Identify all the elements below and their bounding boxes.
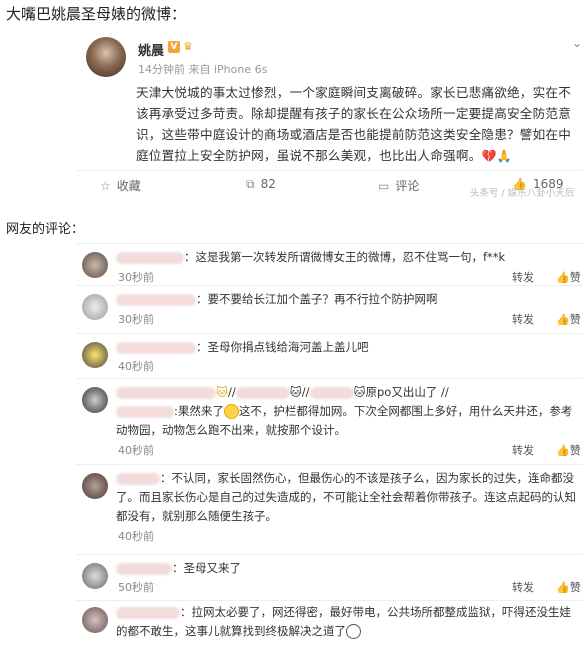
comment-text: ：圣母又来了: [172, 561, 241, 575]
blurred-username: [116, 251, 184, 264]
comment-item: 🐱//🐱//🐱原po又出山了 // :果然来了 这不，护栏都得加网。下次全网都围上…: [76, 378, 583, 463]
blurred-username: [116, 472, 160, 485]
page-title: 大嘴巴姚晨圣母婊的微博：: [6, 5, 187, 23]
comment-text: :果然来了: [174, 404, 224, 418]
commenter-avatar[interactable]: [82, 473, 108, 499]
poster-username[interactable]: 姚晨: [138, 40, 164, 59]
commenter-avatar[interactable]: [82, 387, 108, 413]
comment-icon: ▭: [378, 179, 390, 193]
blurred-username: [116, 341, 196, 354]
watermark: 头条号 / 娱乐八卦小天后: [470, 188, 575, 199]
comment-time: 40秒前: [118, 530, 154, 543]
heart-pray-emoji: 💔🙏: [481, 149, 512, 163]
comment-text: ：圣母你捐点钱给海河盖上盖儿吧: [196, 340, 369, 354]
comment-like-button[interactable]: 👍赞: [556, 269, 581, 285]
comment-like-button[interactable]: 👍赞: [556, 311, 581, 327]
smiley-emoji-icon: [223, 404, 239, 419]
comment-time: 40秒前: [118, 360, 154, 373]
comment-repost-button[interactable]: 转发: [512, 269, 534, 285]
post-meta: 14分钟前 来自 iPhone 6s: [138, 63, 268, 76]
comment-text: ：不认同，家长固然伤心，但最伤心的不该是孩子么，因为家长的过失，连命都没了。而且…: [116, 471, 576, 523]
comment-time: 50秒前: [118, 581, 154, 594]
comment-item: ：圣母你捐点钱给海河盖上盖儿吧 40秒前: [76, 333, 583, 374]
blurred-username: [309, 386, 354, 399]
blurred-username: [235, 386, 290, 399]
verified-badge-icon: V: [168, 41, 180, 53]
comment-time: 30秒前: [118, 313, 154, 326]
emoji-icon: 🐱: [216, 385, 228, 399]
commenter-avatar[interactable]: [82, 342, 108, 368]
thumbs-up-icon: 👍: [556, 313, 570, 326]
comment-item: ：拉网太必要了，网还得密，最好带电，公共场所都整成监狱，吓得还没生娃的都不敢生，…: [76, 600, 583, 646]
comment-text: ：这是我第一次转发所谓微博女王的微博，忍不住骂一句，f**k: [184, 250, 506, 264]
comment-text: ：拉网太必要了，网还得密，最好带电，公共场所都整成监狱，吓得还没生娃的都不敢生，…: [116, 605, 571, 638]
blurred-username: [116, 386, 216, 399]
repost-chain-text: 原po又出山了 //: [365, 385, 449, 399]
vip-crown-icon: ♛: [183, 40, 193, 53]
comment-like-button[interactable]: 👍赞: [556, 579, 581, 595]
repost-button[interactable]: ⧉ 82: [246, 177, 276, 192]
comment-item: ：这是我第一次转发所谓微博女王的微博，忍不住骂一句，f**k 30秒前 转发 👍…: [76, 243, 583, 284]
chevron-down-icon[interactable]: ⌄: [572, 36, 582, 50]
comment-repost-button[interactable]: 转发: [512, 311, 534, 327]
comment-item: ：不认同，家长固然伤心，但最伤心的不该是孩子么，因为家长的过失，连命都没了。而且…: [76, 464, 583, 547]
cat-emoji-icon: 🐱: [289, 385, 302, 399]
thumbs-up-icon: 👍: [556, 444, 570, 457]
comment-time: 30秒前: [118, 271, 154, 284]
comment-item: ：要不要给长江加个盖子？再不行拉个防护网啊 30秒前 转发 👍赞: [76, 285, 583, 326]
comment-repost-button[interactable]: 转发: [512, 442, 534, 458]
comment-item: ：圣母又来了 50秒前 转发 👍赞: [76, 554, 583, 595]
repost-separator: //: [228, 385, 236, 399]
commenter-avatar[interactable]: [82, 252, 108, 278]
comment-button[interactable]: ▭ 评论: [378, 177, 419, 194]
comment-time: 40秒前: [118, 444, 154, 457]
face-emoji-icon: [346, 624, 361, 639]
blurred-username: [116, 606, 180, 619]
blurred-username: [116, 405, 174, 418]
comment-text: ：要不要给长江加个盖子？再不行拉个防护网啊: [196, 292, 438, 306]
thumbs-up-icon: 👍: [556, 581, 570, 594]
favorite-button[interactable]: ☆ 收藏: [100, 177, 141, 194]
post-text: 天津大悦城的事太过惨烈，一个家庭瞬间支离破碎。家长已悲痛欲绝，实在不该再承受过多…: [136, 82, 582, 167]
commenter-avatar[interactable]: [82, 607, 108, 633]
blurred-username: [116, 562, 172, 575]
repost-icon: ⧉: [246, 177, 255, 191]
thumbs-up-icon: 👍: [556, 271, 570, 284]
star-icon: ☆: [100, 179, 111, 193]
section-label: 网友的评论：: [6, 222, 85, 237]
blurred-username: [116, 293, 196, 306]
comment-like-button[interactable]: 👍赞: [556, 442, 581, 458]
cat-emoji-icon: 🐱: [353, 385, 366, 399]
commenter-avatar[interactable]: [82, 294, 108, 320]
repost-separator: //: [301, 385, 310, 399]
comment-repost-button[interactable]: 转发: [512, 579, 534, 595]
commenter-avatar[interactable]: [82, 563, 108, 589]
poster-avatar[interactable]: [86, 37, 126, 77]
